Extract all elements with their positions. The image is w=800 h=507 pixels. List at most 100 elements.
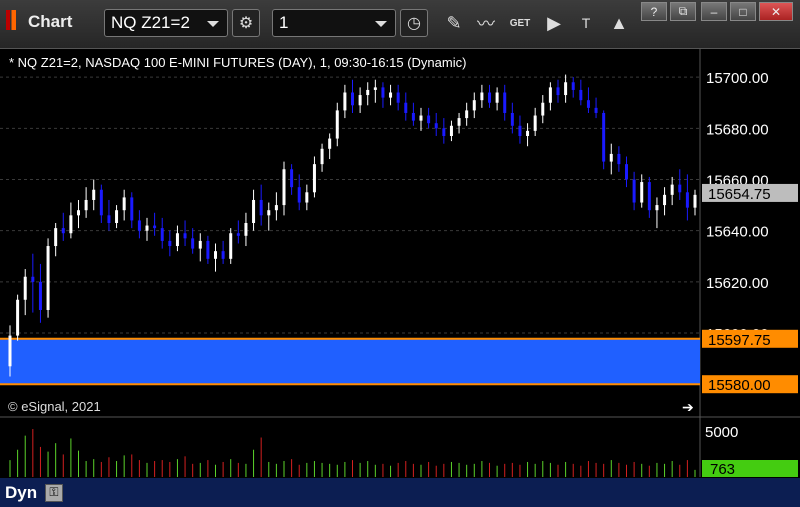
candle-body [229,233,233,259]
candle-body [533,115,537,131]
level-band [0,338,700,385]
candle-body [107,215,111,223]
level-price-label: 15597.75 [708,332,771,349]
candle-body [328,138,332,149]
lock-icon[interactable]: ⚿ [45,484,63,502]
candle-body [145,225,149,231]
candle-body [389,92,393,98]
candle-body [206,240,210,259]
copyright-text: © eSignal, 2021 [8,399,101,414]
candle-body [92,189,96,200]
candle-body [214,251,217,259]
candle-body [488,92,491,103]
candle-body [259,199,263,216]
last-price-label: 15654.75 [708,186,771,203]
candle-body [23,276,27,300]
candle-body [366,89,370,96]
volume-tick-label: 5000 [705,424,738,441]
candle-body [115,210,119,223]
candle-body [564,82,568,96]
candle-body [495,92,499,103]
candle-body [526,130,530,136]
dynamic-label: Dyn [5,483,38,502]
candle-body [69,215,73,234]
candle-body [678,184,682,193]
chart-info-label: * NQ Z21=2, NASDAQ 100 E-MINI FUTURES (D… [9,55,467,70]
candle-body [518,125,522,136]
candle-body [449,125,453,136]
candle-body [99,189,103,216]
candle-body [480,92,484,101]
candle-body [351,92,354,106]
candle-body [236,233,240,236]
candle-body [609,153,613,162]
candle-body [77,210,80,216]
last-volume-label: 763 [710,461,735,478]
candle-body [31,276,35,282]
candle-body [168,240,172,247]
candle-body [602,112,606,162]
candle-body [457,118,461,126]
candle-body [647,182,651,211]
candle-body [579,89,583,101]
price-tick-label: 15620.00 [706,275,769,292]
candle-body [434,123,438,129]
candle-body [38,281,42,310]
candle-body [122,197,126,211]
price-chart[interactable]: 15700.0015680.0015660.0015640.0015620.00… [0,0,800,507]
candle-body [290,169,294,188]
candle-body [130,197,134,221]
level-price-label: 15580.00 [708,377,771,394]
candle-body [419,115,423,121]
candle-body [541,102,545,116]
candle-body [335,110,339,139]
candle-body [8,335,12,367]
candle-body [411,112,415,121]
price-tick-label: 15700.00 [706,70,769,87]
bottom-status-bar: Dyn [0,481,800,507]
candle-body [632,179,636,203]
candle-body [282,169,286,206]
candle-body [381,87,385,98]
candle-body [670,184,674,195]
candle-body [358,95,362,106]
candle-body [373,87,377,90]
candle-body [54,228,58,247]
scroll-to-end-icon: ➔ [682,399,694,415]
price-tick-label: 15640.00 [706,224,769,241]
candle-body [183,233,187,239]
candle-body [267,210,271,216]
candle-body [46,246,50,310]
candle-body [61,228,65,234]
candle-body [221,251,225,259]
candle-body [137,220,141,231]
candle-body [594,107,598,113]
candle-body [617,153,621,165]
candle-body [160,228,164,241]
candle-body [153,225,157,229]
candle-body [685,192,689,208]
candle-body [320,148,324,165]
candle-body [465,110,469,119]
candle-body [625,164,628,180]
candle-body [503,92,507,113]
candle-body [16,299,20,336]
candle-body [297,187,301,203]
candle-body [312,164,316,193]
candle-body [198,240,202,249]
candle-body [655,205,659,211]
candle-body [640,182,644,203]
candle-body [404,102,408,113]
candle-body [548,87,552,103]
candle-body [472,100,476,111]
candle-body [252,199,256,223]
candle-body [305,192,309,203]
candle-body [396,92,400,103]
candle-body [663,194,667,206]
candle-body [586,100,590,108]
candle-body [427,115,431,124]
candle-body [274,205,278,211]
candle-body [84,199,88,211]
candle-body [244,223,248,236]
candle-body [442,128,446,136]
